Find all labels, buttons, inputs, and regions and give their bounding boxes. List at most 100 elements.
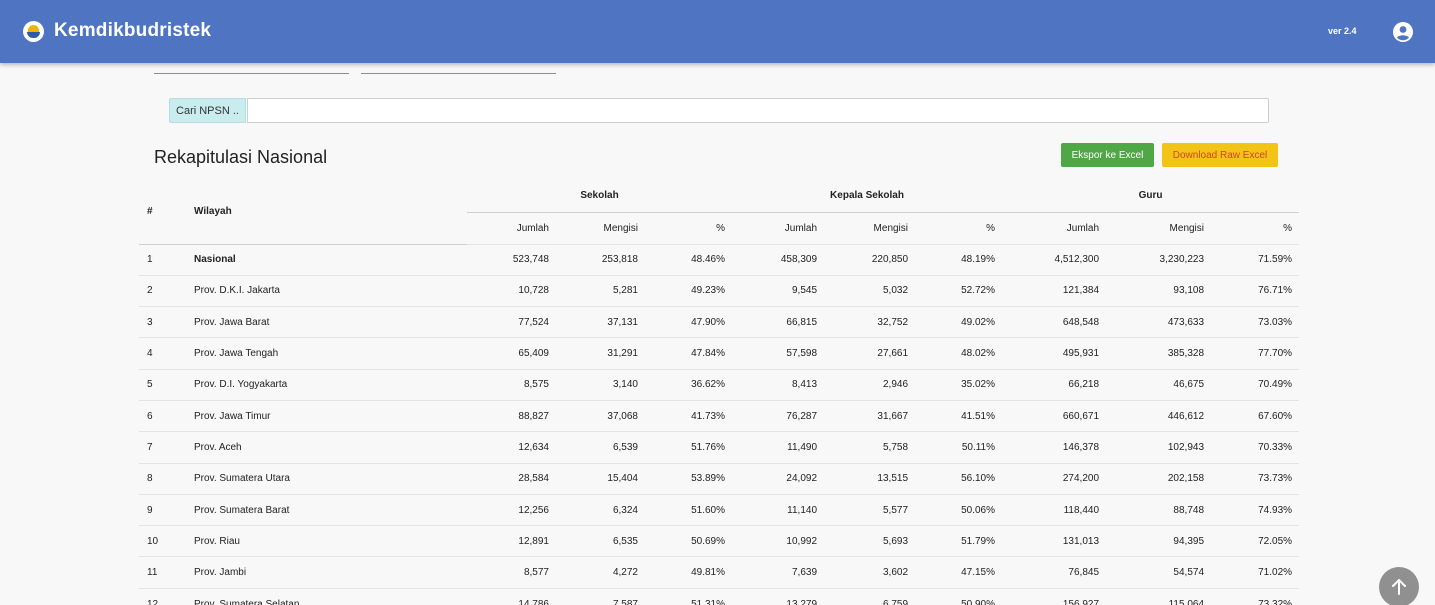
cell-sekolah-jumlah: 8,577	[467, 556, 556, 589]
cell-guru-mengisi: 94,395	[1106, 525, 1212, 557]
table-row[interactable]: 4 Prov. Jawa Tengah 65,409 31,291 47.84% 57,5…	[139, 337, 1300, 370]
table-row[interactable]: 12 Prov. Sumatera Selatan 14,786 7,587 51.31…	[139, 587, 1300, 605]
cell-sekolah-jumlah: 77,524	[467, 306, 556, 338]
cell-guru-mengisi: 54,574	[1106, 556, 1212, 589]
cell-guru-jumlah: 118,440	[1002, 493, 1107, 526]
cell-sekolah-jumlah: 12,891	[467, 525, 556, 557]
cell-wilayah[interactable]: Prov. D.I. Yogyakarta	[184, 368, 467, 401]
table-row[interactable]: 5 Prov. D.I. Yogyakarta 8,575 3,140 36.62% 8,…	[139, 368, 1300, 401]
export-excel-button[interactable]: Ekspor ke Excel	[1061, 143, 1154, 167]
cell-sekolah-mengisi: 15,404	[556, 462, 645, 495]
cell-kepsek-jumlah: 458,309	[732, 243, 825, 276]
logo-icon[interactable]	[23, 21, 44, 42]
column-header-kepsek-mengisi[interactable]: Mengisi	[824, 212, 915, 244]
column-header-sekolah-percent[interactable]: %	[645, 212, 732, 244]
cell-kepsek-mengisi: 5,693	[824, 525, 916, 557]
cell-wilayah[interactable]: Prov. Riau	[184, 525, 467, 557]
cell-sekolah-jumlah: 28,584	[467, 462, 556, 495]
cell-wilayah[interactable]: Prov. Jambi	[184, 556, 467, 589]
cell-no: 11	[139, 556, 184, 589]
cell-sekolah-jumlah: 88,827	[467, 399, 556, 432]
cell-kepsek-percent: 35.02%	[915, 368, 1003, 401]
search-npsn-input[interactable]	[247, 98, 1269, 123]
cell-kepsek-jumlah: 7,639	[732, 556, 825, 589]
table-row[interactable]: 3 Prov. Jawa Barat 77,524 37,131 47.90% 66,81…	[139, 306, 1300, 338]
column-header-kepsek-jumlah[interactable]: Jumlah	[732, 212, 824, 244]
cell-guru-percent: 73.03%	[1211, 306, 1300, 338]
cell-wilayah[interactable]: Prov. Sumatera Utara	[184, 462, 467, 495]
cell-no: 4	[139, 337, 184, 370]
cell-guru-jumlah: 121,384	[1002, 274, 1107, 307]
cell-wilayah[interactable]: Prov. Jawa Timur	[184, 399, 467, 432]
column-header-guru-mengisi[interactable]: Mengisi	[1106, 212, 1211, 244]
arrow-up-icon	[1392, 579, 1406, 595]
app-title[interactable]: Kemdikbudristek	[54, 20, 211, 42]
cell-no: 8	[139, 462, 184, 495]
cell-guru-percent: 74.93%	[1211, 493, 1300, 526]
table-row[interactable]: 11 Prov. Jambi 8,577 4,272 49.81% 7,639 3,602 4…	[139, 556, 1300, 589]
scroll-to-top-button[interactable]	[1379, 567, 1419, 605]
cell-wilayah[interactable]: Prov. Sumatera Selatan	[184, 587, 467, 605]
cell-sekolah-mengisi: 37,068	[556, 399, 645, 432]
cell-no: 10	[139, 525, 184, 557]
cell-sekolah-percent: 47.90%	[645, 306, 733, 338]
cell-kepsek-mengisi: 27,661	[824, 337, 916, 370]
cell-kepsek-jumlah: 24,092	[732, 462, 825, 495]
cell-kepsek-mengisi: 6,759	[824, 587, 916, 605]
cell-wilayah[interactable]: Prov. Aceh	[184, 431, 467, 464]
cell-kepsek-jumlah: 10,992	[732, 525, 825, 557]
table-row[interactable]: 2 Prov. D.K.I. Jakarta 10,728 5,281 49.23% 9,…	[139, 274, 1300, 307]
cell-wilayah[interactable]: Prov. Jawa Barat	[184, 306, 467, 338]
table-row[interactable]: 1 Nasional 523,748 253,818 48.46% 458,309 220,…	[139, 243, 1300, 276]
cell-kepsek-percent: 48.19%	[915, 243, 1003, 276]
cell-wilayah[interactable]: Prov. D.K.I. Jakarta	[184, 274, 467, 307]
table-header-row-groups: # Wilayah Sekolah Kepala Sekolah Guru	[139, 180, 1300, 245]
cell-no: 5	[139, 368, 184, 401]
column-header-kepsek-percent[interactable]: %	[915, 212, 1002, 244]
cell-kepsek-percent: 41.51%	[915, 399, 1003, 432]
column-group-guru: Guru	[1002, 180, 1300, 213]
cell-sekolah-percent: 36.62%	[645, 368, 733, 401]
cell-kepsek-mengisi: 5,577	[824, 493, 916, 526]
filter-field-2-underline[interactable]	[361, 73, 556, 74]
column-header-guru-jumlah[interactable]: Jumlah	[1002, 212, 1106, 244]
cell-kepsek-percent: 48.02%	[915, 337, 1003, 370]
cell-guru-mengisi: 93,108	[1106, 274, 1212, 307]
table-row[interactable]: 10 Prov. Riau 12,891 6,535 50.69% 10,992 5,693…	[139, 525, 1300, 557]
cell-wilayah[interactable]: Prov. Sumatera Barat	[184, 493, 467, 526]
cell-sekolah-mengisi: 6,539	[556, 431, 645, 464]
column-header-no[interactable]: #	[139, 180, 184, 245]
table-row[interactable]: 6 Prov. Jawa Timur 88,827 37,068 41.73% 76,28…	[139, 399, 1300, 432]
cell-kepsek-jumlah: 11,490	[732, 431, 825, 464]
top-app-bar: Kemdikbudristek ver 2.4	[0, 0, 1435, 63]
cell-sekolah-percent: 49.23%	[645, 274, 733, 307]
filter-field-1-underline[interactable]	[154, 73, 349, 74]
cell-sekolah-percent: 51.76%	[645, 431, 733, 464]
table-row[interactable]: 9 Prov. Sumatera Barat 12,256 6,324 51.60% 11…	[139, 493, 1300, 526]
cell-no: 9	[139, 493, 184, 526]
table-row[interactable]: 8 Prov. Sumatera Utara 28,584 15,404 53.89% 2…	[139, 462, 1300, 495]
cell-kepsek-mengisi: 5,758	[824, 431, 916, 464]
cell-sekolah-jumlah: 14,786	[467, 587, 556, 605]
cell-kepsek-percent: 47.15%	[915, 556, 1003, 589]
page-title: Rekapitulasi Nasional	[154, 147, 328, 167]
column-header-sekolah-mengisi[interactable]: Mengisi	[556, 212, 645, 244]
cell-kepsek-percent: 50.90%	[915, 587, 1003, 605]
cell-kepsek-percent: 56.10%	[915, 462, 1003, 495]
download-raw-excel-button[interactable]: Download Raw Excel	[1162, 143, 1278, 167]
cell-guru-mengisi: 446,612	[1106, 399, 1212, 432]
table-body: 1 Nasional 523,748 253,818 48.46% 458,309 220,…	[139, 243, 1300, 605]
cell-guru-mengisi: 46,675	[1106, 368, 1212, 401]
column-header-wilayah[interactable]: Wilayah	[184, 180, 467, 245]
cell-guru-percent: 70.33%	[1211, 431, 1300, 464]
cell-guru-mengisi: 202,158	[1106, 462, 1212, 495]
column-header-sekolah-jumlah[interactable]: Jumlah	[467, 212, 556, 244]
cell-guru-jumlah: 146,378	[1002, 431, 1107, 464]
cell-kepsek-mengisi: 13,515	[824, 462, 916, 495]
cell-no: 2	[139, 274, 184, 307]
cell-wilayah[interactable]: Prov. Jawa Tengah	[184, 337, 467, 370]
account-circle-icon[interactable]	[1393, 22, 1413, 42]
cell-wilayah[interactable]: Nasional	[184, 243, 467, 276]
column-header-guru-percent[interactable]: %	[1211, 212, 1299, 244]
table-row[interactable]: 7 Prov. Aceh 12,634 6,539 51.76% 11,490 5,758 5…	[139, 431, 1300, 464]
